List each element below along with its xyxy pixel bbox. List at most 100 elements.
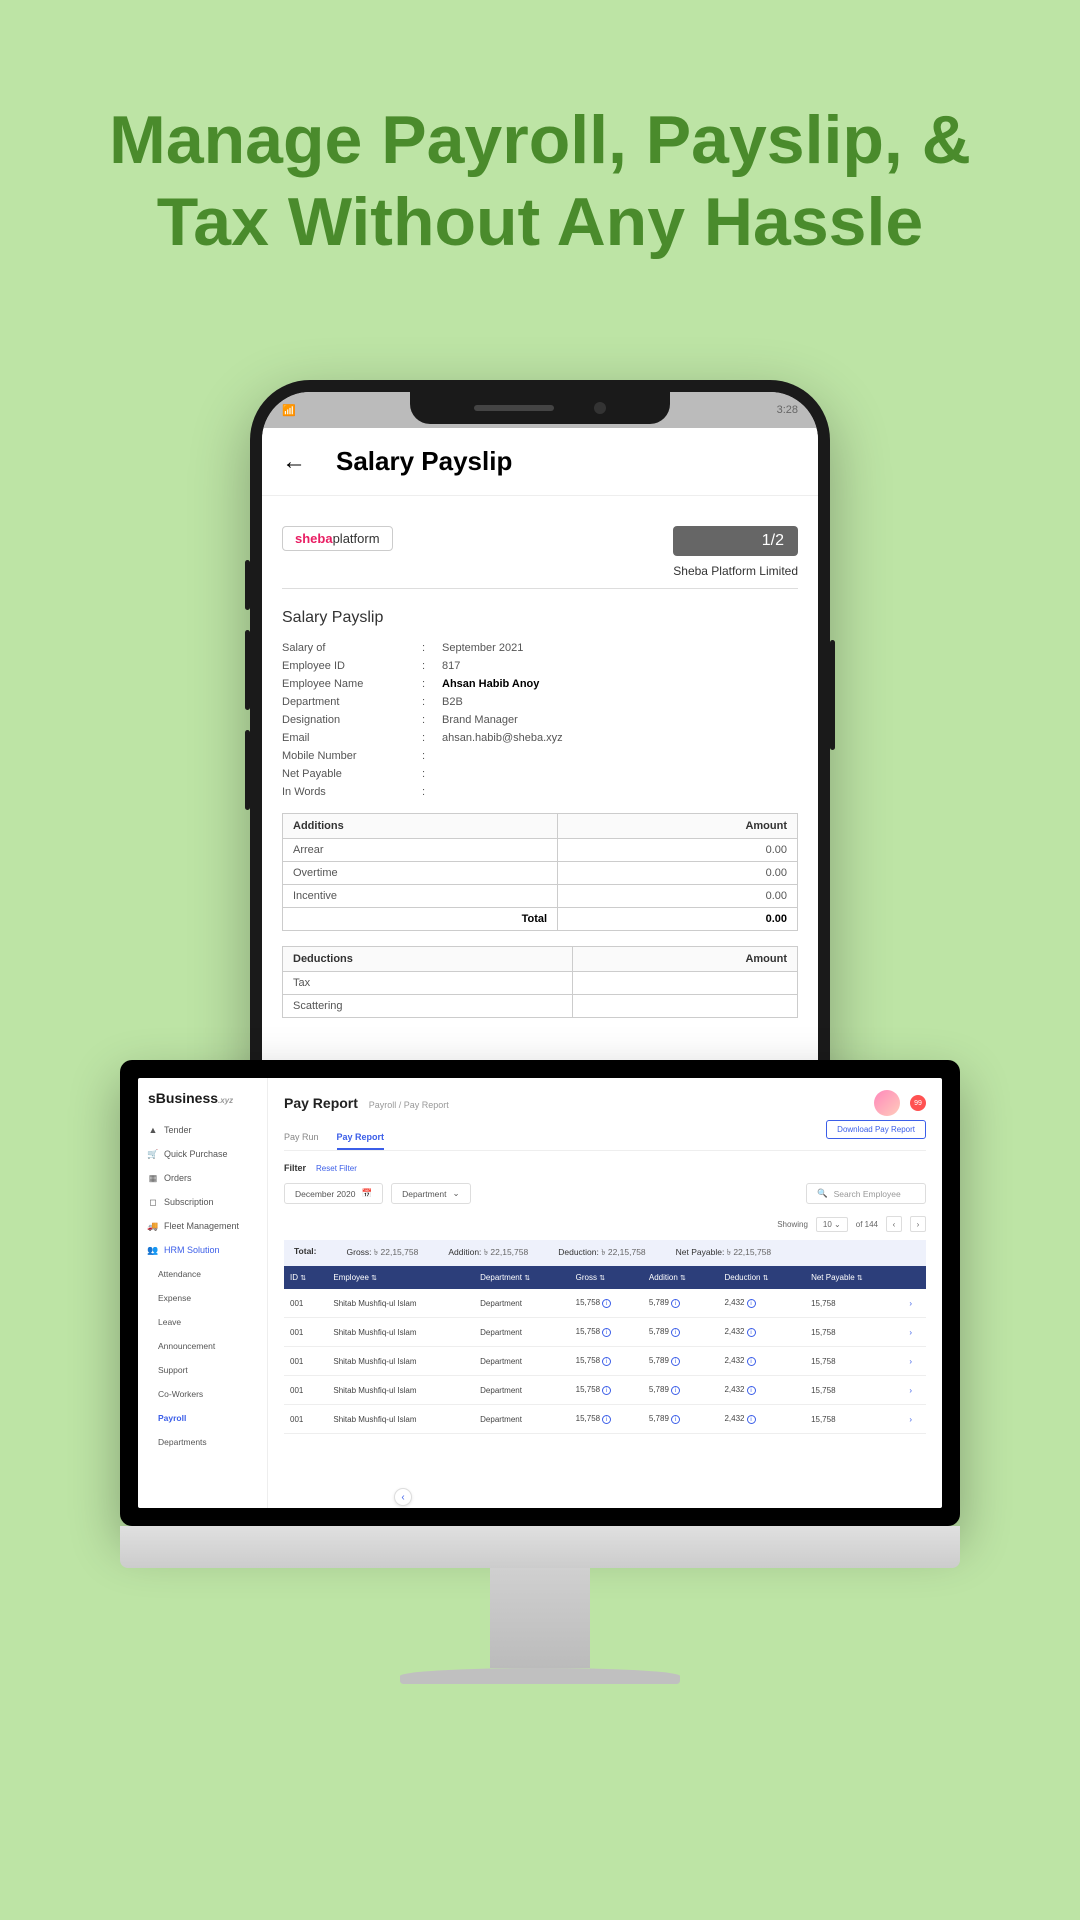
page-indicator-badge: 1/2 — [673, 526, 798, 556]
info-icon[interactable]: i — [671, 1328, 680, 1337]
table-row: 001Shitab Mushfiq-ul IslamDepartment 15,… — [284, 1376, 926, 1405]
info-icon[interactable]: i — [671, 1357, 680, 1366]
next-page-button[interactable]: › — [910, 1216, 926, 1232]
sidebar-item-support[interactable]: Support — [138, 1358, 267, 1382]
info-row: Net Payable: — [282, 768, 798, 780]
info-row: Mobile Number: — [282, 750, 798, 762]
row-expand-button[interactable]: › — [903, 1318, 926, 1347]
company-name: Sheba Platform Limited — [673, 564, 798, 578]
of-total: of 144 — [856, 1220, 878, 1229]
search-input[interactable]: 🔍 Search Employee — [806, 1183, 926, 1204]
nav-icon: ▲ — [148, 1125, 158, 1135]
nav-icon: ◻ — [148, 1197, 158, 1207]
table-row: Incentive0.00 — [283, 885, 798, 908]
tab-pay-report[interactable]: Pay Report — [337, 1126, 385, 1150]
phone-notch — [410, 392, 670, 424]
download-report-button[interactable]: Download Pay Report — [826, 1120, 926, 1139]
row-expand-button[interactable]: › — [903, 1376, 926, 1405]
month-select[interactable]: December 2020📅 — [284, 1183, 383, 1204]
sidebar-item-fleet-management[interactable]: 🚚Fleet Management — [138, 1214, 267, 1238]
table-row: Tax — [283, 972, 798, 995]
payslip-section-title: Salary Payslip — [282, 609, 798, 627]
row-expand-button[interactable]: › — [903, 1289, 926, 1318]
deductions-table: Deductions Amount TaxScattering — [282, 946, 798, 1018]
row-expand-button[interactable]: › — [903, 1405, 926, 1434]
info-icon[interactable]: i — [602, 1386, 611, 1395]
company-logo: shebaplatform — [282, 526, 393, 551]
table-row: Overtime0.00 — [283, 862, 798, 885]
sidebar-item-attendance[interactable]: Attendance — [138, 1262, 267, 1286]
info-row: Designation:Brand Manager — [282, 714, 798, 726]
status-time: 3:28 — [777, 404, 798, 416]
sidebar-item-orders[interactable]: ▦Orders — [138, 1166, 267, 1190]
amount-header: Amount — [573, 947, 798, 972]
table-row: 001Shitab Mushfiq-ul IslamDepartment 15,… — [284, 1318, 926, 1347]
info-icon[interactable]: i — [602, 1328, 611, 1337]
notification-badge[interactable]: 99 — [910, 1095, 926, 1111]
sidebar-collapse-button[interactable]: ‹ — [394, 1488, 412, 1506]
desktop-device-frame: sBusiness.xyz ▲Tender🛒Quick Purchase▦Ord… — [120, 1060, 960, 1684]
info-row: Employee Name:Ahsan Habib Anoy — [282, 678, 798, 690]
sidebar-item-co-workers[interactable]: Co-Workers — [138, 1382, 267, 1406]
sidebar-item-hrm-solution[interactable]: 👥HRM Solution — [138, 1238, 267, 1262]
table-row: Arrear0.00 — [283, 839, 798, 862]
info-icon[interactable]: i — [747, 1328, 756, 1337]
nav-icon: 👥 — [148, 1245, 158, 1255]
info-icon[interactable]: i — [671, 1415, 680, 1424]
column-header[interactable]: ID ⇅ — [284, 1266, 327, 1289]
calendar-icon: 📅 — [361, 1188, 372, 1199]
row-expand-button[interactable]: › — [903, 1347, 926, 1376]
info-icon[interactable]: i — [671, 1299, 680, 1308]
sidebar-item-payroll[interactable]: Payroll — [138, 1406, 267, 1430]
sidebar-item-expense[interactable]: Expense — [138, 1286, 267, 1310]
column-header[interactable]: Deduction ⇅ — [718, 1266, 805, 1289]
column-header[interactable]: Net Payable ⇅ — [805, 1266, 903, 1289]
info-icon[interactable]: i — [747, 1299, 756, 1308]
chevron-down-icon: ⌄ — [453, 1188, 460, 1199]
info-row: Department:B2B — [282, 696, 798, 708]
department-select[interactable]: Department⌄ — [391, 1183, 471, 1204]
prev-page-button[interactable]: ‹ — [886, 1216, 902, 1232]
info-row: Email:ahsan.habib@sheba.xyz — [282, 732, 798, 744]
brand-logo: sBusiness.xyz — [138, 1090, 267, 1118]
info-icon[interactable]: i — [747, 1357, 756, 1366]
page-title: Pay Report — [284, 1095, 358, 1111]
column-header[interactable]: Gross ⇅ — [570, 1266, 643, 1289]
info-row: In Words: — [282, 786, 798, 798]
info-row: Employee ID:817 — [282, 660, 798, 672]
info-icon[interactable]: i — [602, 1415, 611, 1424]
avatar[interactable] — [874, 1090, 900, 1116]
table-row: 001Shitab Mushfiq-ul IslamDepartment 15,… — [284, 1347, 926, 1376]
per-page-select[interactable]: 10 ⌄ — [816, 1217, 848, 1232]
info-icon[interactable]: i — [671, 1386, 680, 1395]
additions-header: Additions — [283, 814, 558, 839]
sidebar-item-tender[interactable]: ▲Tender — [138, 1118, 267, 1142]
search-icon: 🔍 — [817, 1188, 828, 1199]
pay-report-table: ID ⇅Employee ⇅Department ⇅Gross ⇅Additio… — [284, 1266, 926, 1434]
sidebar-item-quick-purchase[interactable]: 🛒Quick Purchase — [138, 1142, 267, 1166]
sidebar-item-subscription[interactable]: ◻Subscription — [138, 1190, 267, 1214]
nav-icon: ▦ — [148, 1173, 158, 1183]
info-row: Salary of:September 2021 — [282, 642, 798, 654]
reset-filter-link[interactable]: Reset Filter — [316, 1164, 357, 1173]
column-header[interactable]: Employee ⇅ — [327, 1266, 474, 1289]
sidebar-item-departments[interactable]: Departments — [138, 1430, 267, 1454]
column-header[interactable]: Department ⇅ — [474, 1266, 570, 1289]
deductions-header: Deductions — [283, 947, 573, 972]
marketing-headline: Manage Payroll, Payslip, & Tax Without A… — [0, 0, 1080, 303]
info-icon[interactable]: i — [602, 1299, 611, 1308]
column-header[interactable]: Addition ⇅ — [643, 1266, 719, 1289]
tab-pay-run[interactable]: Pay Run — [284, 1126, 319, 1150]
info-icon[interactable]: i — [747, 1386, 756, 1395]
breadcrumb: Payroll / Pay Report — [369, 1100, 449, 1110]
amount-header: Amount — [558, 814, 798, 839]
sidebar-item-announcement[interactable]: Announcement — [138, 1334, 267, 1358]
sidebar-item-leave[interactable]: Leave — [138, 1310, 267, 1334]
showing-label: Showing — [777, 1220, 808, 1229]
app-header: ← Salary Payslip — [262, 428, 818, 496]
table-row: Scattering — [283, 995, 798, 1018]
back-arrow-icon[interactable]: ← — [282, 448, 306, 476]
info-icon[interactable]: i — [747, 1415, 756, 1424]
info-icon[interactable]: i — [602, 1357, 611, 1366]
table-row: 001Shitab Mushfiq-ul IslamDepartment 15,… — [284, 1289, 926, 1318]
